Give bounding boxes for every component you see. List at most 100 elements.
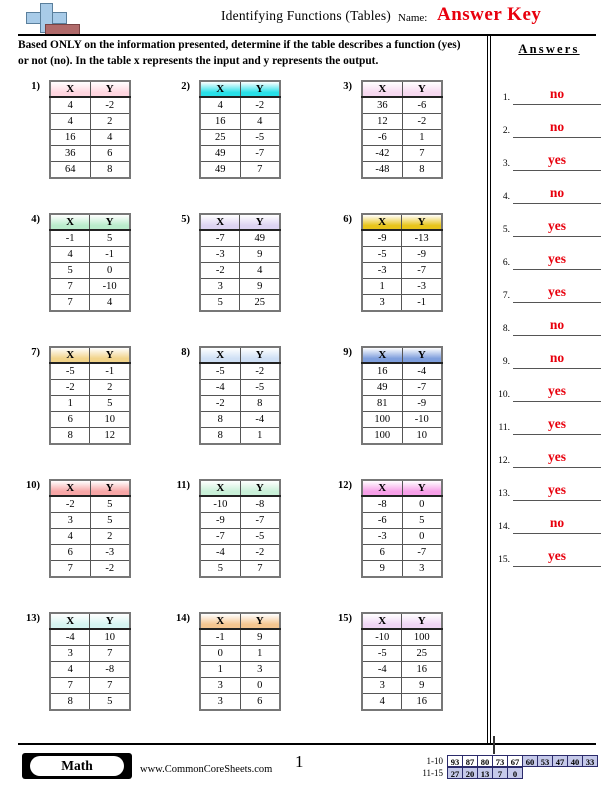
x-value-cell: 36 — [361, 96, 403, 114]
score-cell: 93 — [447, 755, 463, 767]
x-value-cell: 4 — [49, 661, 91, 678]
y-value-cell: 6 — [239, 693, 281, 711]
y-value-cell: -5 — [239, 129, 281, 146]
answer-number: 15. — [498, 555, 510, 565]
answer-blank-line[interactable] — [513, 203, 601, 204]
x-value-cell: -5 — [199, 362, 241, 380]
column-header-x: X — [49, 213, 91, 231]
column-header-y: Y — [239, 479, 281, 497]
table-row: 39 — [361, 677, 443, 694]
y-value-cell: 2 — [89, 113, 131, 130]
answer-blank-line[interactable] — [513, 302, 601, 303]
column-header-x: X — [49, 346, 91, 364]
header-divider-rule — [18, 34, 596, 36]
score-cell: 33 — [582, 755, 598, 767]
table-header-row: XY — [361, 213, 443, 231]
footer-divider-rule — [18, 743, 596, 745]
column-header-y: Y — [89, 612, 131, 630]
answer-blank-line[interactable] — [513, 533, 601, 534]
table-row: -1 9 — [199, 628, 281, 646]
answer-blank-line[interactable] — [513, 137, 601, 138]
column-header-x: X — [199, 80, 241, 98]
answer-blank-line[interactable] — [513, 434, 601, 435]
answer-key-stamp: Answer Key — [437, 4, 542, 25]
table-row: -4 16 — [361, 661, 443, 678]
x-value-cell: 16 — [199, 113, 241, 130]
table-row: -48 8 — [361, 161, 443, 179]
y-value-cell: -4 — [401, 362, 443, 380]
answer-blank-line[interactable] — [513, 335, 601, 336]
xy-table: X Y -5 -1 -2 2 1 5 6 10 8 12 — [49, 346, 131, 445]
x-value-cell: 8 — [49, 427, 91, 445]
answer-blank-line[interactable] — [513, 170, 601, 171]
answer-blank-line[interactable] — [513, 467, 601, 468]
answer-blank-line[interactable] — [513, 566, 601, 567]
x-value-cell: -3 — [199, 246, 241, 263]
table-row: 7 -2 — [49, 560, 131, 578]
y-value-cell: 8 — [239, 395, 281, 412]
y-value-cell: 2 — [89, 379, 131, 396]
x-value-cell: -10 — [199, 495, 241, 513]
y-value-cell: -5 — [239, 379, 281, 396]
score-cell: 60 — [522, 755, 538, 767]
x-value-cell: -5 — [361, 246, 403, 263]
answer-row: 10. yes — [494, 377, 604, 407]
table-header-row: XY — [199, 479, 281, 497]
y-value-cell: 7 — [89, 645, 131, 662]
answer-blank-line[interactable] — [513, 269, 601, 270]
answer-row: 13. yes — [494, 476, 604, 506]
subject-badge-label: Math — [30, 756, 124, 776]
answer-number: 9. — [502, 357, 510, 367]
answer-blank-line[interactable] — [513, 500, 601, 501]
table-row: 7 -10 — [49, 278, 131, 295]
table-row: 81 -9 — [361, 395, 443, 412]
answer-row: 6. yes — [494, 245, 604, 275]
xy-table: X Y -5 -2 -4 -5 -2 8 8 -4 8 1 — [199, 346, 281, 445]
x-value-cell: 16 — [49, 129, 91, 146]
answer-value: yes — [548, 251, 566, 266]
y-value-cell: 9 — [239, 628, 281, 646]
x-value-cell: -10 — [361, 628, 403, 646]
y-value-cell: 0 — [239, 677, 281, 694]
table-row: 100 -10 — [361, 411, 443, 428]
table-header-row: XY — [49, 213, 131, 231]
x-value-cell: 5 — [199, 560, 241, 578]
score-row: 1-10 93 87 80 73 67 60 53 47 40 33 — [413, 755, 598, 767]
problem-number: 3) — [343, 81, 352, 92]
table-row: 01 — [199, 645, 281, 662]
x-value-cell: 5 — [199, 294, 241, 312]
answer-value: yes — [548, 449, 566, 464]
answer-blank-line[interactable] — [513, 368, 601, 369]
y-value-cell: -7 — [239, 145, 281, 162]
xy-table: X Y 4 -2 4 2 16 4 36 6 64 8 — [49, 80, 131, 179]
y-value-cell: -10 — [401, 411, 443, 428]
x-value-cell: 8 — [49, 693, 91, 711]
y-value-cell: 25 — [239, 294, 281, 312]
table-row: -3 -7 — [361, 262, 443, 279]
y-value-cell: 10 — [89, 628, 131, 646]
page-header: Identifying Functions (Tables) Name: Ans… — [0, 0, 612, 38]
answer-value: no — [549, 119, 565, 134]
y-value-cell: -2 — [239, 362, 281, 380]
x-value-cell: 49 — [199, 161, 241, 179]
xy-table: X Y -7 49 -3 9 -2 4 3 9 5 25 — [199, 213, 281, 312]
answer-blank-line[interactable] — [513, 104, 601, 105]
column-header-y: Y — [89, 479, 131, 497]
x-value-cell: 4 — [199, 96, 241, 114]
column-header-y: Y — [239, 612, 281, 630]
answer-value: yes — [548, 218, 566, 233]
x-value-cell: -7 — [199, 229, 241, 247]
answer-blank-line[interactable] — [513, 236, 601, 237]
y-value-cell: 4 — [89, 294, 131, 312]
x-value-cell: 1 — [49, 395, 91, 412]
score-range-label: 11-15 — [422, 768, 443, 778]
answer-value: yes — [548, 548, 566, 563]
y-value-cell: -9 — [401, 246, 443, 263]
column-header-y: Y — [401, 612, 443, 630]
page-number: 1 — [295, 752, 304, 771]
answer-blank-line[interactable] — [513, 401, 601, 402]
x-value-cell: -5 — [361, 645, 403, 662]
x-value-cell: 81 — [361, 395, 403, 412]
answer-row: 8. no — [494, 311, 604, 341]
x-value-cell: 4 — [49, 113, 91, 130]
